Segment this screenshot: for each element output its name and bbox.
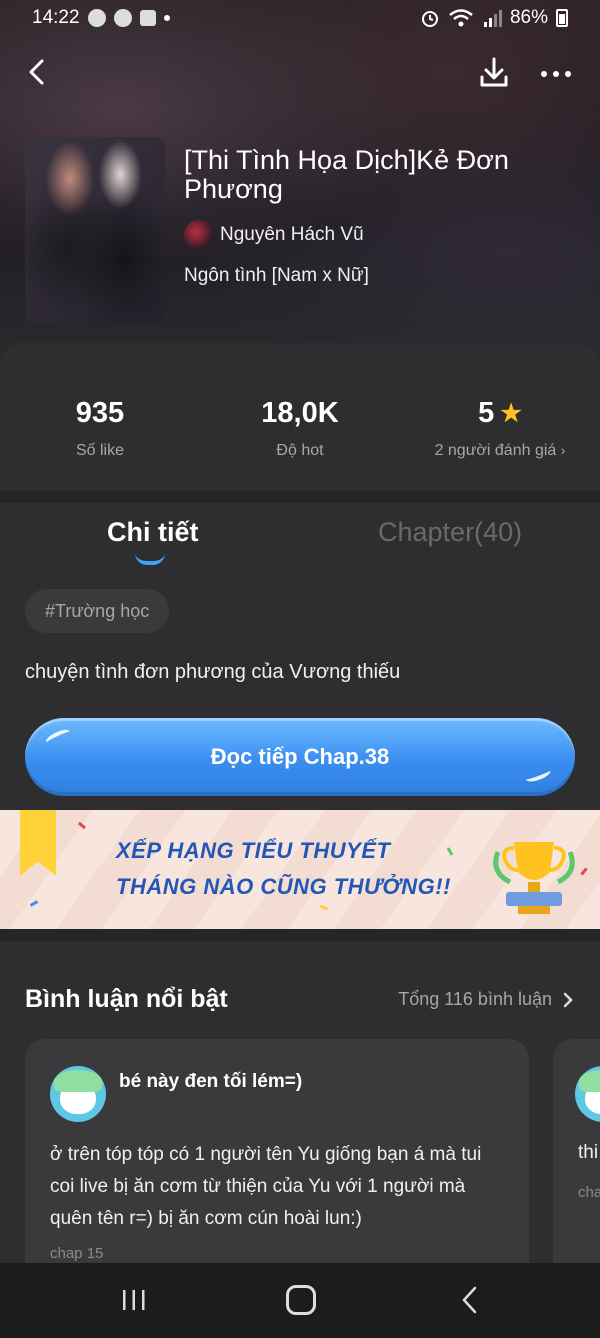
book-genre: Ngôn tình [Nam x Nữ]	[184, 265, 369, 286]
chevron-right-icon	[563, 992, 573, 1007]
tab-detail[interactable]: Chi tiết	[107, 517, 199, 548]
book-title: [Thi Tình Họa Dịch]Kẻ Đơn Phương	[184, 145, 509, 204]
detail-panel: #Trường học chuyện tình đơn phương của V…	[0, 573, 600, 810]
genre-tag[interactable]: #Trường học	[25, 589, 170, 633]
confetti-icon	[580, 867, 588, 876]
avatar-hair	[54, 1070, 102, 1092]
comments-title: Bình luận nổi bật	[25, 985, 228, 1013]
section-divider	[0, 929, 600, 941]
comment-text: thi	[578, 1142, 599, 1163]
banner-line-2: THÁNG NÀO CŨNG THƯỞNG!!	[116, 874, 451, 899]
likes-value: 935	[75, 397, 125, 429]
hot-value: 18,0K	[261, 397, 339, 429]
confetti-icon	[446, 847, 454, 856]
likes-stat: 935 Số like	[0, 397, 200, 460]
ribbon-icon	[20, 810, 56, 876]
author-row[interactable]: Nguyên Hách Vũ	[184, 220, 364, 250]
hot-label: Độ hot	[276, 442, 324, 459]
rating-stat[interactable]: 5 ★ 2 người đánh giá ›	[400, 397, 600, 460]
chevron-left-icon	[29, 59, 44, 85]
comment-card[interactable]: thi cha	[553, 1039, 600, 1263]
author-avatar	[184, 220, 214, 250]
tab-chapter[interactable]: Chapter(40)	[378, 517, 522, 548]
status-system-icons: 86%	[420, 7, 568, 29]
comment-text: ở trên tóp tóp có 1 người tên Yu giống b…	[50, 1144, 482, 1229]
avatar[interactable]	[50, 1066, 106, 1122]
banner-line-1: XẾP HẠNG TIỂU THUYẾT	[116, 838, 391, 863]
wifi-icon	[449, 9, 473, 27]
media-icon	[139, 10, 156, 26]
app-notification-icon	[113, 9, 132, 27]
button-gloss	[524, 765, 552, 785]
nav-back-icon[interactable]	[458, 1285, 482, 1315]
system-navigation-bar	[0, 1263, 600, 1338]
more-dots-icon	[541, 71, 571, 77]
more-options-button[interactable]	[536, 52, 576, 92]
confetti-icon	[29, 900, 39, 907]
star-icon: ★	[500, 400, 522, 427]
top-navigation	[0, 48, 600, 96]
comment-username: bé này đen tối lém=)	[119, 1071, 303, 1092]
more-notifications-dot	[163, 15, 170, 21]
tiktok-icon	[87, 9, 106, 27]
comment-chapter: chap 15	[50, 1245, 104, 1262]
continue-reading-button[interactable]: Đọc tiếp Chap.38	[25, 718, 575, 796]
book-cover[interactable]	[25, 137, 165, 325]
avatar[interactable]	[575, 1066, 600, 1122]
status-notification-icons	[87, 9, 170, 27]
battery-icon	[556, 9, 568, 27]
confetti-icon	[319, 904, 329, 911]
status-time: 14:22	[32, 7, 80, 28]
continue-reading-label: Đọc tiếp Chap.38	[210, 744, 390, 769]
section-divider	[0, 491, 600, 503]
hot-stat: 18,0K Độ hot	[200, 397, 400, 460]
comment-card[interactable]: bé này đen tối lém=) ở trên tóp tóp có 1…	[25, 1039, 529, 1263]
rating-label: 2 người đánh giá	[434, 442, 557, 459]
back-button[interactable]	[18, 52, 58, 92]
book-description: chuyện tình đơn phương của Vương thiếu	[25, 661, 401, 683]
trophy-icon	[493, 842, 575, 914]
recent-apps-icon[interactable]	[120, 1287, 148, 1313]
tab-active-indicator	[135, 553, 165, 565]
alarm-icon	[421, 11, 438, 27]
status-bar: 14:22 86%	[0, 0, 600, 36]
avatar-hair	[579, 1070, 600, 1092]
likes-label: Số like	[75, 442, 125, 459]
chevron-right-icon: ›	[560, 442, 566, 458]
home-icon[interactable]	[286, 1285, 316, 1315]
stats-panel: 935 Số like 18,0K Độ hot 5 ★ 2 người đánh…	[0, 343, 600, 491]
button-gloss	[44, 726, 72, 748]
download-icon	[480, 57, 508, 87]
confetti-icon	[77, 821, 87, 830]
comments-total: Tổng 116 bình luận	[398, 989, 552, 1009]
tab-bar: Chi tiết Chapter(40)	[0, 503, 600, 573]
ranking-banner[interactable]: XẾP HẠNG TIỂU THUYẾT THÁNG NÀO CŨNG THƯỞ…	[0, 810, 600, 929]
download-button[interactable]	[474, 52, 514, 92]
author-name: Nguyên Hách Vũ	[220, 224, 364, 245]
featured-comments: Bình luận nổi bật Tổng 116 bình luận bé …	[0, 941, 600, 1263]
comment-chapter: cha	[578, 1184, 600, 1201]
battery-percent: 86%	[509, 7, 548, 28]
signal-icon	[483, 10, 502, 27]
rating-value: 5	[478, 397, 495, 429]
comments-total-link[interactable]: Tổng 116 bình luận	[398, 989, 574, 1010]
